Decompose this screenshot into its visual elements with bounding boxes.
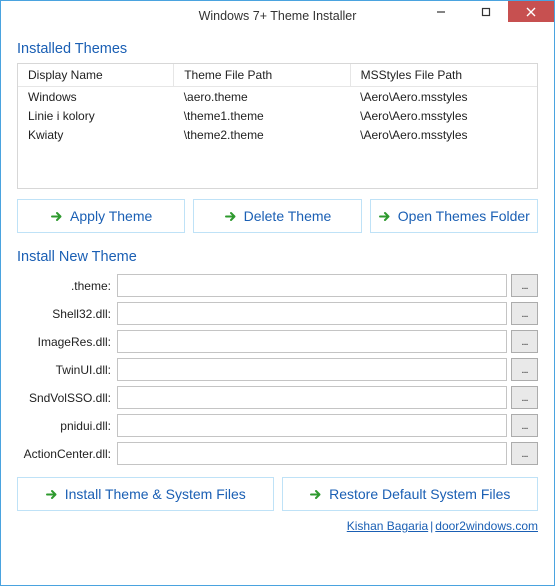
cell-display: Linie i kolory [18,106,174,125]
author-link[interactable]: Kishan Bagaria [347,519,428,533]
actioncenter-input[interactable] [117,442,507,465]
shell32-input[interactable] [117,302,507,325]
col-msstyles-path[interactable]: MSStyles File Path [350,64,537,87]
restore-defaults-button[interactable]: Restore Default System Files [282,477,539,511]
browse-button[interactable]: ... [511,330,538,353]
maximize-button[interactable] [463,1,508,22]
arrow-right-icon [309,488,322,501]
themes-table-container: Display Name Theme File Path MSStyles Fi… [17,63,538,189]
cell-display: Windows [18,87,174,107]
field-label: TwinUI.dll: [17,363,113,377]
table-row[interactable]: Windows \aero.theme \Aero\Aero.msstyles [18,87,537,107]
app-window: Windows 7+ Theme Installer Installed The… [0,0,555,586]
browse-button[interactable]: ... [511,358,538,381]
field-row-theme: .theme: ... [17,274,538,297]
field-label: .theme: [17,279,113,293]
browse-button[interactable]: ... [511,274,538,297]
cell-theme-path: \theme2.theme [174,125,350,144]
close-icon [526,7,536,17]
theme-actions-row: Apply Theme Delete Theme Open Themes Fol… [17,199,538,233]
twinui-input[interactable] [117,358,507,381]
button-label: Apply Theme [70,208,152,224]
browse-button[interactable]: ... [511,414,538,437]
col-theme-path[interactable]: Theme File Path [174,64,350,87]
install-theme-button[interactable]: Install Theme & System Files [17,477,274,511]
site-link[interactable]: door2windows.com [435,519,538,533]
table-header-row: Display Name Theme File Path MSStyles Fi… [18,64,537,87]
footer: Kishan Bagaria|door2windows.com [17,519,538,533]
field-row-sndvolsso: SndVolSSO.dll: ... [17,386,538,409]
button-label: Restore Default System Files [329,486,510,502]
field-row-actioncenter: ActionCenter.dll: ... [17,442,538,465]
open-themes-folder-button[interactable]: Open Themes Folder [370,199,538,233]
button-label: Open Themes Folder [398,208,530,224]
field-row-imageres: ImageRes.dll: ... [17,330,538,353]
install-fields: .theme: ... Shell32.dll: ... ImageRes.dl… [17,274,538,465]
field-row-pnidui: pnidui.dll: ... [17,414,538,437]
imageres-input[interactable] [117,330,507,353]
cell-display: Kwiaty [18,125,174,144]
field-label: SndVolSSO.dll: [17,391,113,405]
cell-ms-path: \Aero\Aero.msstyles [350,87,537,107]
button-label: Install Theme & System Files [65,486,246,502]
footer-separator: | [430,519,433,533]
titlebar: Windows 7+ Theme Installer [1,1,554,31]
cell-theme-path: \aero.theme [174,87,350,107]
cell-ms-path: \Aero\Aero.msstyles [350,125,537,144]
minimize-button[interactable] [418,1,463,22]
bottom-actions-row: Install Theme & System Files Restore Def… [17,477,538,511]
apply-theme-button[interactable]: Apply Theme [17,199,185,233]
pnidui-input[interactable] [117,414,507,437]
window-controls [418,1,554,22]
field-label: Shell32.dll: [17,307,113,321]
browse-button[interactable]: ... [511,302,538,325]
theme-input[interactable] [117,274,507,297]
themes-table[interactable]: Display Name Theme File Path MSStyles Fi… [18,64,537,144]
installed-themes-heading: Installed Themes [17,41,538,57]
maximize-icon [481,7,491,17]
button-label: Delete Theme [244,208,332,224]
field-row-twinui: TwinUI.dll: ... [17,358,538,381]
field-row-shell32: Shell32.dll: ... [17,302,538,325]
content-area: Installed Themes Display Name Theme File… [1,31,554,585]
browse-button[interactable]: ... [511,386,538,409]
minimize-icon [436,7,446,17]
table-row[interactable]: Kwiaty \theme2.theme \Aero\Aero.msstyles [18,125,537,144]
table-row[interactable]: Linie i kolory \theme1.theme \Aero\Aero.… [18,106,537,125]
install-new-theme-heading: Install New Theme [17,249,538,265]
field-label: pnidui.dll: [17,419,113,433]
arrow-right-icon [224,210,237,223]
sndvolsso-input[interactable] [117,386,507,409]
arrow-right-icon [378,210,391,223]
field-label: ImageRes.dll: [17,335,113,349]
browse-button[interactable]: ... [511,442,538,465]
arrow-right-icon [50,210,63,223]
arrow-right-icon [45,488,58,501]
col-display-name[interactable]: Display Name [18,64,174,87]
field-label: ActionCenter.dll: [17,447,113,461]
delete-theme-button[interactable]: Delete Theme [193,199,361,233]
close-button[interactable] [508,1,554,22]
cell-theme-path: \theme1.theme [174,106,350,125]
cell-ms-path: \Aero\Aero.msstyles [350,106,537,125]
